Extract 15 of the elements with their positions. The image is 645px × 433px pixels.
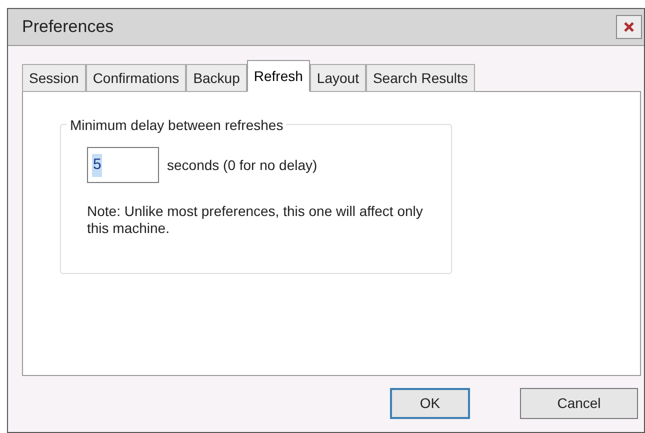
delay-input[interactable]: 5: [87, 147, 159, 183]
note-text: Note: Unlike most preferences, this one will affect only this machine.: [87, 203, 424, 237]
tab[interactable]: Search Results: [366, 64, 475, 92]
tab[interactable]: Refresh: [246, 60, 310, 92]
tab[interactable]: Layout: [310, 64, 366, 92]
close-button[interactable]: [616, 15, 642, 39]
unit-label: seconds (0 for no delay): [167, 156, 318, 175]
tab[interactable]: Backup: [186, 64, 247, 92]
window-title: Preferences: [22, 16, 114, 38]
dialog-button[interactable]: OK: [390, 388, 470, 419]
close-icon: [623, 21, 635, 33]
tab[interactable]: Confirmations: [86, 64, 186, 92]
input-value: 5: [92, 154, 102, 176]
tab[interactable]: Session: [22, 64, 86, 92]
dialog-button[interactable]: Cancel: [520, 388, 638, 419]
